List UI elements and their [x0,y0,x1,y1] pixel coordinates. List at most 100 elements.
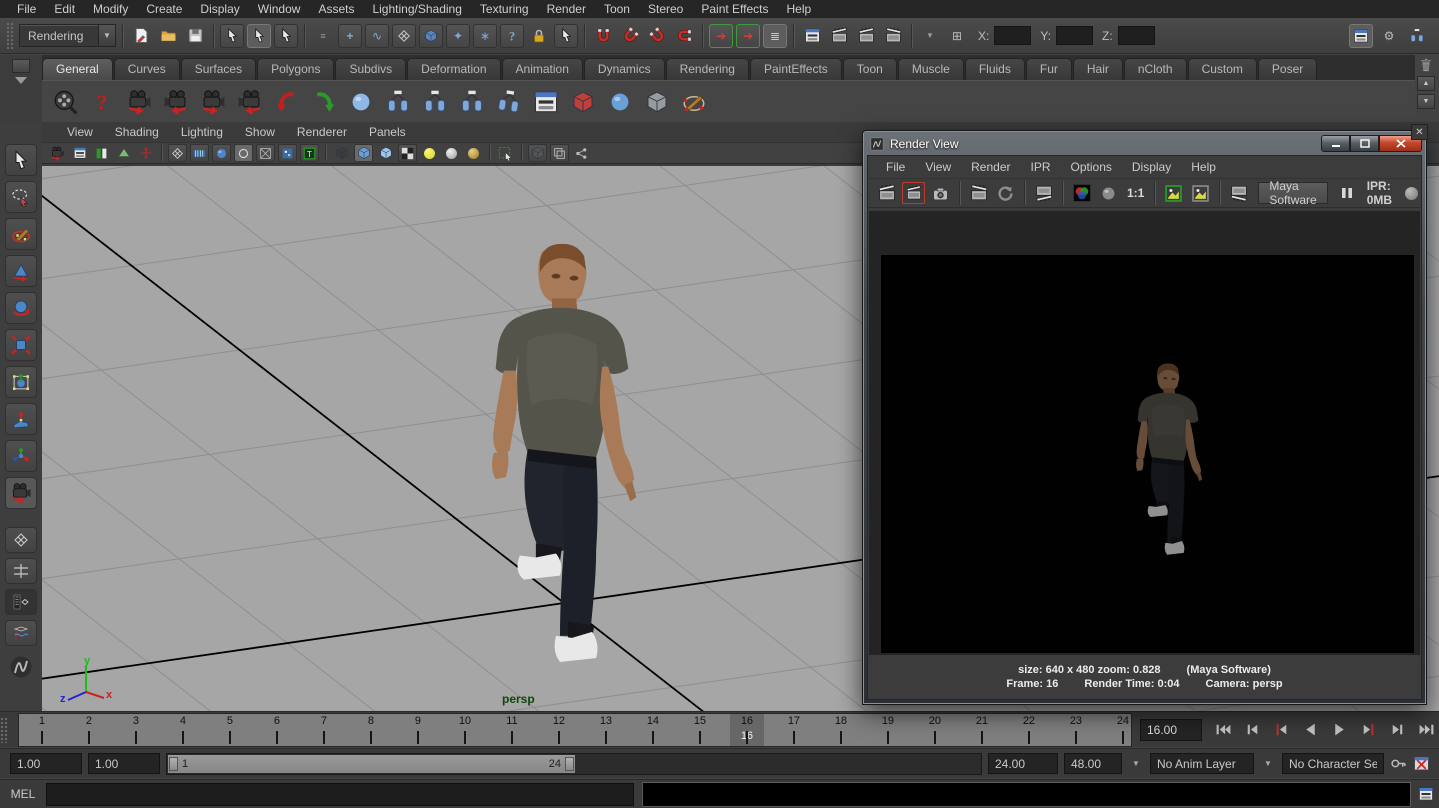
snap-menu-button[interactable]: ≡ [311,24,335,48]
menu-assets[interactable]: Assets [309,0,363,18]
menu-paint-effects[interactable]: Paint Effects [692,0,777,18]
redo-arrow-icon[interactable] [309,87,339,117]
open-render-view-button[interactable] [800,24,824,48]
lock-selection-button[interactable] [527,24,551,48]
soft-modification-tool-button[interactable] [5,403,37,435]
shelf-tab-surfaces[interactable]: Surfaces [181,58,256,80]
render-current-frame-button[interactable] [827,24,851,48]
layout-graph-persp-button[interactable] [5,620,37,646]
snap-to-points-button[interactable] [392,24,416,48]
shelf-tab-toon[interactable]: Toon [843,58,897,80]
viewport-camera-tool-button[interactable] [5,477,37,509]
viewport-menu-renderer[interactable]: Renderer [286,125,358,139]
step-forward-key-button[interactable] [1355,717,1381,743]
camera-tool-1-icon[interactable] [124,87,154,117]
play-forwards-button[interactable] [1326,717,1352,743]
step-back-frame-button[interactable] [1239,717,1265,743]
select-camera-icon[interactable] [48,144,67,162]
new-scene-button[interactable] [129,24,153,48]
assign-gray-cubes-icon[interactable] [642,87,672,117]
show-channel-box-button[interactable] [1349,24,1373,48]
shelf-tab-subdivs[interactable]: Subdivs [335,58,406,80]
maximize-button[interactable] [1350,135,1379,152]
open-input-connections-button[interactable]: ➔ [709,24,733,48]
playblast-icon[interactable] [50,87,80,117]
select-object-mode-button[interactable] [247,24,271,48]
menu-render[interactable]: Render [538,0,595,18]
menu-toon[interactable]: Toon [595,0,639,18]
anim-layer-dropdown-icon[interactable]: ▼ [1128,757,1144,771]
playback-end-field[interactable] [988,753,1058,774]
node-network-3-icon[interactable] [457,87,487,117]
coordinate-mode-dropdown[interactable]: ▼ [918,24,942,48]
camera-tool-2-icon[interactable] [161,87,191,117]
construction-history-button[interactable] [591,24,615,48]
step-forward-frame-button[interactable] [1384,717,1410,743]
current-time-field[interactable] [1140,719,1202,741]
layout-four-pane-button[interactable] [5,558,37,584]
camera-attributes-icon[interactable] [70,144,89,162]
playback-start-field[interactable] [10,753,82,774]
shelf-menu-arrow-icon[interactable] [15,77,27,84]
show-tool-settings-button[interactable]: ⚙ [1377,24,1401,48]
viewport-menu-show[interactable]: Show [234,125,286,139]
save-scene-button[interactable] [183,24,207,48]
move-tool-button[interactable] [5,255,37,287]
ipr-render-button[interactable] [967,182,990,204]
highlight-selection-button[interactable] [554,24,578,48]
shelf-tab-muscle[interactable]: Muscle [898,58,964,80]
step-back-key-button[interactable] [1268,717,1294,743]
play-backwards-button[interactable] [1297,717,1323,743]
snap-to-planes-button[interactable] [419,24,443,48]
animation-start-field[interactable] [88,753,160,774]
layout-single-pane-button[interactable] [5,527,37,553]
range-slider-track[interactable]: 1 24 [166,753,982,775]
history-partial-button[interactable] [645,24,669,48]
paint-effects-brush-icon[interactable] [679,87,709,117]
menu-lighting-shading[interactable]: Lighting/Shading [363,0,470,18]
panel-close-icon[interactable]: ✕ [1411,124,1428,140]
x-coordinate-input[interactable] [994,26,1031,45]
script-editor-icon[interactable] [1417,785,1435,803]
shelf-tab-fur[interactable]: Fur [1026,58,1072,80]
display-rgb-channels-button[interactable] [1070,182,1093,204]
rv-menu-options[interactable]: Options [1061,160,1122,174]
anim-layer-field[interactable] [1150,753,1254,774]
mel-command-input[interactable] [46,783,634,806]
menu-window[interactable]: Window [249,0,310,18]
rv-menu-ipr[interactable]: IPR [1021,160,1061,174]
menu-texturing[interactable]: Texturing [471,0,538,18]
auto-keyframe-toggle-icon[interactable] [1413,755,1430,772]
open-scene-button[interactable] [156,24,180,48]
menu-display[interactable]: Display [191,0,248,18]
command-result-output[interactable] [642,782,1411,807]
shelf-tab-curves[interactable]: Curves [114,58,180,80]
last-tool-used-button[interactable] [5,440,37,472]
layout-outliner-persp-button[interactable] [5,589,37,615]
2d-pan-zoom-icon[interactable] [136,144,155,162]
shelf-tab-ncloth[interactable]: nCloth [1124,58,1187,80]
go-to-end-button[interactable] [1413,717,1439,743]
list-history-button[interactable]: ≣ [763,24,787,48]
viewport-menu-shading[interactable]: Shading [104,125,170,139]
assign-shader-sphere-icon[interactable] [605,87,635,117]
character-set-dropdown-icon[interactable]: ▼ [1260,757,1276,771]
character-set-field[interactable] [1282,753,1384,774]
rendered-image[interactable] [881,255,1414,653]
safe-action-icon[interactable] [278,144,297,162]
make-live-button[interactable]: ✦ [446,24,470,48]
safe-title-icon[interactable]: T [300,144,319,162]
xray-joints-icon[interactable] [550,144,569,162]
refresh-ipr-button[interactable] [994,182,1017,204]
shelf-tab-custom[interactable]: Custom [1188,58,1257,80]
display-real-size-button[interactable]: 1:1 [1124,186,1147,200]
assign-red-material-icon[interactable] [568,87,598,117]
z-coordinate-input[interactable] [1118,26,1155,45]
shelf-tab-painteffects[interactable]: PaintEffects [750,58,842,80]
render-settings-button[interactable] [881,24,905,48]
snap-to-curves-button[interactable]: ∿ [365,24,389,48]
select-tool-button[interactable] [5,144,37,176]
render-region-button[interactable] [902,182,925,204]
viewport-menu-lighting[interactable]: Lighting [170,125,234,139]
minimize-button[interactable] [1321,135,1350,152]
